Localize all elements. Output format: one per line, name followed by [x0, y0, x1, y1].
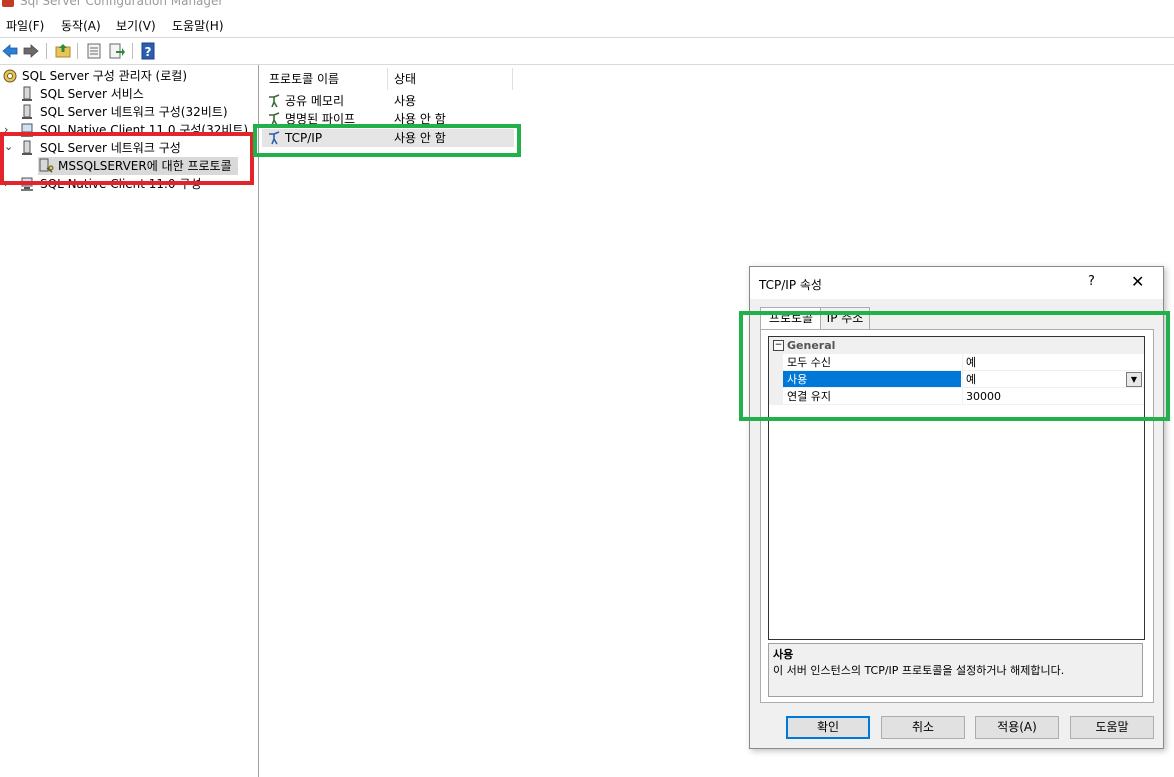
- menu-file[interactable]: 파일(F): [6, 17, 44, 34]
- annotation-red-box: [0, 132, 254, 185]
- menu-view[interactable]: 보기(V): [116, 17, 156, 34]
- tree-item-label: SQL Server 네트워크 구성(32비트): [40, 105, 228, 119]
- description-title: 사용: [773, 648, 794, 661]
- server-icon: [20, 86, 34, 102]
- column-header-protocol-name[interactable]: 프로토콜 이름: [269, 69, 384, 89]
- up-folder-icon[interactable]: [54, 42, 72, 60]
- properties-icon[interactable]: [85, 42, 103, 60]
- close-icon[interactable]: ✕: [1131, 272, 1144, 291]
- svg-text:?: ?: [145, 45, 152, 59]
- tree-item-label: SQL Server 서비스: [40, 87, 144, 101]
- protocol-status: 사용: [394, 94, 417, 108]
- configuration-manager-icon: [2, 68, 17, 84]
- server-icon: [20, 104, 34, 120]
- export-list-icon[interactable]: [108, 42, 126, 60]
- toolbar-separator: [132, 43, 133, 59]
- column-header-status[interactable]: 상태: [394, 69, 504, 89]
- description-panel: 사용 이 서버 인스턴스의 TCP/IP 프로토콜을 설정하거나 해제합니다.: [768, 643, 1143, 697]
- toolbar-separator: [46, 43, 47, 59]
- list-row-shared-memory[interactable]: 공유 메모리 사용: [267, 92, 512, 110]
- menu-bar: 파일(F) 동작(A) 보기(V) 도움말(H): [0, 14, 1174, 36]
- menu-help[interactable]: 도움말(H): [172, 17, 224, 34]
- tree-item-network-config-32bit[interactable]: SQL Server 네트워크 구성(32비트): [20, 103, 250, 121]
- description-text: 이 서버 인스턴스의 TCP/IP 프로토콜을 설정하거나 해제합니다.: [773, 664, 1065, 677]
- tree-root[interactable]: SQL Server 구성 관리자 (로컬): [2, 67, 252, 85]
- app-icon: [2, 0, 14, 7]
- toolbar: ?: [0, 37, 1174, 65]
- toolbar-separator: [77, 43, 78, 59]
- dialog-titlebar: TCP/IP 속성 ? ✕: [750, 267, 1163, 299]
- window-titlebar: Sql Server Configuration Manager: [0, 0, 1174, 8]
- ok-button[interactable]: 확인: [786, 716, 870, 739]
- annotation-green-box: [253, 124, 521, 157]
- protocol-name: 공유 메모리: [285, 94, 345, 108]
- forward-arrow-icon[interactable]: [22, 42, 40, 60]
- help-icon[interactable]: ?: [139, 42, 157, 60]
- tree-item-sql-server-services[interactable]: SQL Server 서비스: [20, 85, 250, 103]
- annotation-green-box: [739, 311, 1170, 421]
- back-arrow-icon[interactable]: [1, 42, 19, 60]
- cancel-button[interactable]: 취소: [881, 716, 965, 739]
- menu-action[interactable]: 동작(A): [61, 17, 101, 34]
- column-divider[interactable]: [387, 68, 388, 90]
- apply-button[interactable]: 적용(A): [975, 716, 1059, 739]
- help-question-icon[interactable]: ?: [1088, 274, 1095, 289]
- help-button[interactable]: 도움말: [1070, 716, 1154, 739]
- window-title: Sql Server Configuration Manager: [20, 0, 224, 8]
- column-divider[interactable]: [512, 68, 513, 90]
- dialog-title: TCP/IP 속성: [759, 278, 822, 292]
- tree-root-label: SQL Server 구성 관리자 (로컬): [22, 69, 188, 83]
